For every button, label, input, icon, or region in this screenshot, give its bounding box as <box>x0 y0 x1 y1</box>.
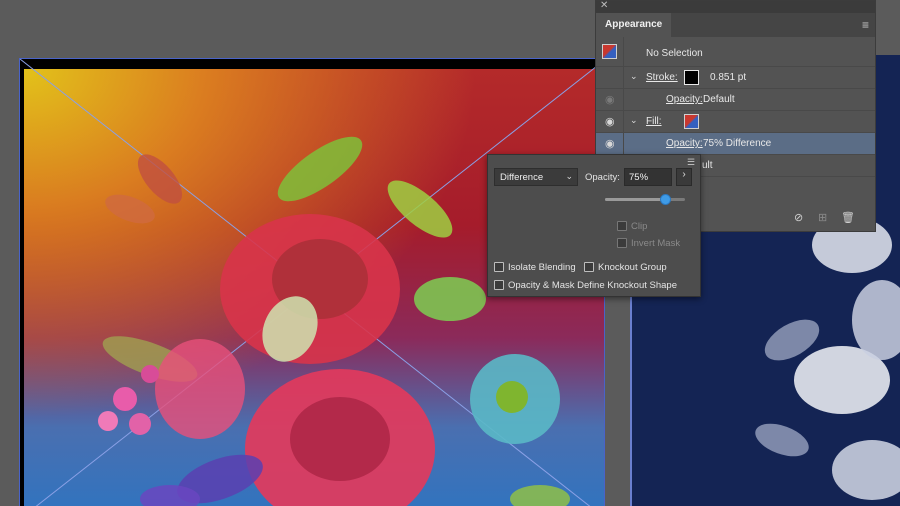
visibility-eye-icon[interactable]: ◉ <box>605 137 615 150</box>
leaf <box>105 194 155 224</box>
opacity-mask-knockout-checkbox[interactable] <box>494 280 504 290</box>
tab-appearance[interactable]: Appearance <box>596 13 672 37</box>
fill-opacity-row[interactable]: ◉ Opacity: 75% Difference <box>596 133 875 155</box>
white-leaf <box>755 423 809 457</box>
berry <box>98 411 118 431</box>
opacity-mask-knockout-label: Opacity & Mask Define Knockout Shape <box>508 280 677 291</box>
opacity-input[interactable] <box>624 168 672 186</box>
panel-tabbar: Appearance ≡ <box>596 13 875 37</box>
opacity-slider[interactable] <box>605 194 685 205</box>
isolate-blending-checkbox[interactable] <box>494 262 504 272</box>
fill-label[interactable]: Fill: <box>646 116 662 127</box>
isolate-blending-label: Isolate Blending <box>508 262 576 273</box>
stroke-opacity-label[interactable]: Opacity: <box>666 94 703 105</box>
fill-opacity-value: 75% Difference <box>703 138 772 149</box>
chevron-down-icon[interactable]: ⌄ <box>630 71 638 82</box>
duplicate-item-icon[interactable]: ⊞ <box>818 211 827 224</box>
stroke-label[interactable]: Stroke: <box>646 72 678 83</box>
panel-menu-icon[interactable]: ≡ <box>862 18 869 32</box>
chevron-down-icon: ⌄ <box>565 171 573 181</box>
clip-checkbox[interactable] <box>617 221 627 231</box>
knockout-group-label: Knockout Group <box>598 262 667 273</box>
chevron-right-icon[interactable]: › <box>676 168 692 186</box>
eye-column: ◉ <box>596 133 624 155</box>
transparency-popup[interactable]: ☰ Difference ⌄ Opacity: › Clip Invert Ma… <box>487 154 701 297</box>
eye-column <box>596 67 624 89</box>
eye-column: ◉ <box>596 111 624 133</box>
eye-column: ◉ <box>596 89 624 111</box>
blue-flower-center <box>496 381 528 413</box>
invert-mask-checkbox[interactable] <box>617 238 627 248</box>
selection-row[interactable]: No Selection <box>596 37 875 67</box>
close-icon[interactable]: ✕ <box>600 0 608 11</box>
selection-thumbnail <box>602 44 617 59</box>
rose <box>155 339 245 439</box>
visibility-eye-icon[interactable]: ◉ <box>605 115 615 128</box>
leaf <box>510 485 570 506</box>
fill-row[interactable]: ◉ ⌄ Fill: <box>596 111 875 133</box>
default-opacity-value: ult <box>702 160 713 171</box>
blend-mode-value: Difference <box>500 172 544 183</box>
stroke-opacity-row[interactable]: ◉ Opacity: Default <box>596 89 875 111</box>
berry <box>141 365 159 383</box>
invert-mask-label: Invert Mask <box>631 238 681 249</box>
list-icon: ☰ <box>687 157 696 167</box>
leaf <box>414 277 486 321</box>
fill-swatch[interactable] <box>684 114 699 129</box>
visibility-eye-icon[interactable]: ◉ <box>605 93 615 106</box>
knockout-group-checkbox[interactable] <box>584 262 594 272</box>
berry <box>113 387 137 411</box>
stroke-row[interactable]: ⌄ Stroke: 0.851 pt <box>596 67 875 89</box>
opacity-slider-fill <box>605 198 665 201</box>
opacity-slider-knob[interactable] <box>660 194 671 205</box>
white-flower <box>832 440 900 500</box>
artboard-navy-edge <box>876 55 900 215</box>
clip-label: Clip <box>631 221 648 232</box>
berry <box>129 413 151 435</box>
fill-opacity-label[interactable]: Opacity: <box>666 138 703 149</box>
stroke-swatch[interactable] <box>684 70 699 85</box>
white-flower <box>852 280 900 360</box>
stroke-opacity-value: Default <box>703 94 735 105</box>
chevron-down-icon[interactable]: ⌄ <box>630 115 638 126</box>
panel-titlebar[interactable]: ✕ <box>596 0 875 13</box>
selection-label: No Selection <box>646 48 703 59</box>
stroke-weight[interactable]: 0.851 pt <box>710 72 746 83</box>
blend-mode-select[interactable]: Difference ⌄ <box>494 168 578 186</box>
opacity-label: Opacity: <box>585 172 620 183</box>
rose-center <box>290 397 390 481</box>
eye-column <box>596 37 624 67</box>
leaf <box>277 136 363 202</box>
clear-appearance-icon[interactable]: ⊘ <box>794 211 803 224</box>
trash-icon[interactable]: 🗑 <box>841 211 855 224</box>
